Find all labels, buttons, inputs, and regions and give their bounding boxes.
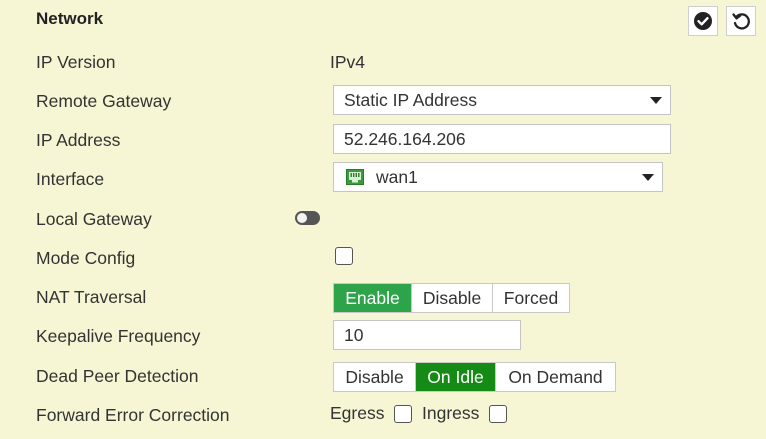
- network-port-icon: [346, 169, 364, 185]
- mode-config-checkbox[interactable]: [335, 247, 353, 265]
- interface-select[interactable]: wan1: [333, 162, 663, 192]
- nat-enable-option[interactable]: Enable: [334, 284, 412, 312]
- ingress-checkbox[interactable]: [489, 405, 507, 423]
- remote-gateway-select[interactable]: Static IP Address: [333, 85, 671, 115]
- chevron-down-icon: [642, 174, 654, 181]
- apply-button[interactable]: [688, 6, 718, 36]
- remote-gateway-value: Static IP Address: [344, 89, 477, 110]
- toggle-knob: [297, 213, 307, 223]
- local-gateway-label: Local Gateway: [36, 209, 152, 229]
- dead-peer-detection-label: Dead Peer Detection: [36, 366, 199, 386]
- nat-forced-option[interactable]: Forced: [493, 284, 569, 312]
- ip-address-input[interactable]: [333, 124, 671, 154]
- local-gateway-toggle[interactable]: [295, 211, 320, 225]
- keepalive-frequency-label: Keepalive Frequency: [36, 326, 201, 346]
- interface-value: wan1: [376, 166, 418, 187]
- egress-checkbox[interactable]: [394, 405, 412, 423]
- undo-icon: [732, 13, 750, 30]
- dpd-on-demand-option[interactable]: On Demand: [496, 363, 615, 391]
- reset-button[interactable]: [726, 6, 756, 36]
- ingress-label: Ingress: [422, 403, 480, 423]
- ip-address-label: IP Address: [36, 130, 121, 150]
- mode-config-label: Mode Config: [36, 248, 136, 268]
- dpd-segmented: Disable On Idle On Demand: [333, 362, 616, 392]
- nat-traversal-segmented: Enable Disable Forced: [333, 283, 570, 313]
- chevron-down-icon: [650, 97, 662, 104]
- section-title: Network: [36, 9, 104, 28]
- egress-label: Egress: [330, 403, 385, 423]
- remote-gateway-label: Remote Gateway: [36, 91, 172, 111]
- keepalive-frequency-input[interactable]: [333, 320, 521, 350]
- check-circle-icon: [694, 12, 712, 30]
- nat-disable-option[interactable]: Disable: [412, 284, 493, 312]
- dpd-disable-option[interactable]: Disable: [334, 363, 416, 391]
- nat-traversal-label: NAT Traversal: [36, 287, 147, 307]
- ip-version-value: IPv4: [330, 52, 366, 72]
- dpd-on-idle-option[interactable]: On Idle: [416, 363, 496, 391]
- forward-error-correction-label: Forward Error Correction: [36, 405, 230, 425]
- ip-version-label: IP Version: [36, 52, 116, 72]
- interface-label: Interface: [36, 169, 105, 189]
